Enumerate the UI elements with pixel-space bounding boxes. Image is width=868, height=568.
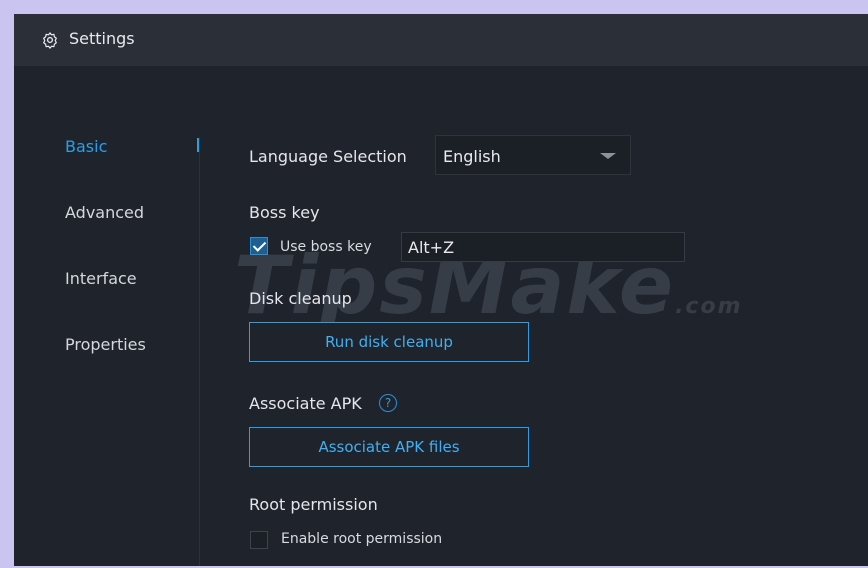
- watermark-suffix: .com: [675, 294, 743, 319]
- language-select[interactable]: English: [435, 135, 631, 175]
- settings-window: Settings Basic Advanced Interface Proper…: [14, 14, 868, 566]
- sidebar-item-properties[interactable]: Properties: [65, 335, 146, 354]
- checkmark-icon: [252, 238, 267, 252]
- sidebar-item-basic[interactable]: Basic: [65, 137, 107, 156]
- boss-key-checkbox[interactable]: [250, 237, 268, 255]
- sidebar-divider: [199, 138, 200, 566]
- boss-key-label: Boss key: [249, 203, 320, 222]
- dropdown-arrow-icon: [600, 153, 616, 159]
- disk-cleanup-label: Disk cleanup: [249, 289, 352, 308]
- boss-key-checkbox-label[interactable]: Use boss key: [280, 239, 372, 255]
- language-select-value: English: [443, 147, 501, 166]
- boss-key-input[interactable]: [401, 232, 685, 262]
- language-label: Language Selection: [249, 147, 407, 166]
- associate-apk-label: Associate APK: [249, 394, 362, 413]
- root-permission-checkbox[interactable]: [250, 531, 268, 549]
- help-icon[interactable]: ?: [379, 394, 397, 412]
- title-bar: Settings: [14, 14, 868, 66]
- root-permission-label: Root permission: [249, 495, 378, 514]
- sidebar-item-advanced[interactable]: Advanced: [65, 203, 144, 222]
- window-title: Settings: [69, 29, 135, 48]
- run-disk-cleanup-button[interactable]: Run disk cleanup: [249, 322, 529, 362]
- sidebar-item-interface[interactable]: Interface: [65, 269, 137, 288]
- gear-icon: [43, 32, 57, 49]
- associate-apk-button[interactable]: Associate APK files: [249, 427, 529, 467]
- root-permission-checkbox-label[interactable]: Enable root permission: [281, 531, 442, 547]
